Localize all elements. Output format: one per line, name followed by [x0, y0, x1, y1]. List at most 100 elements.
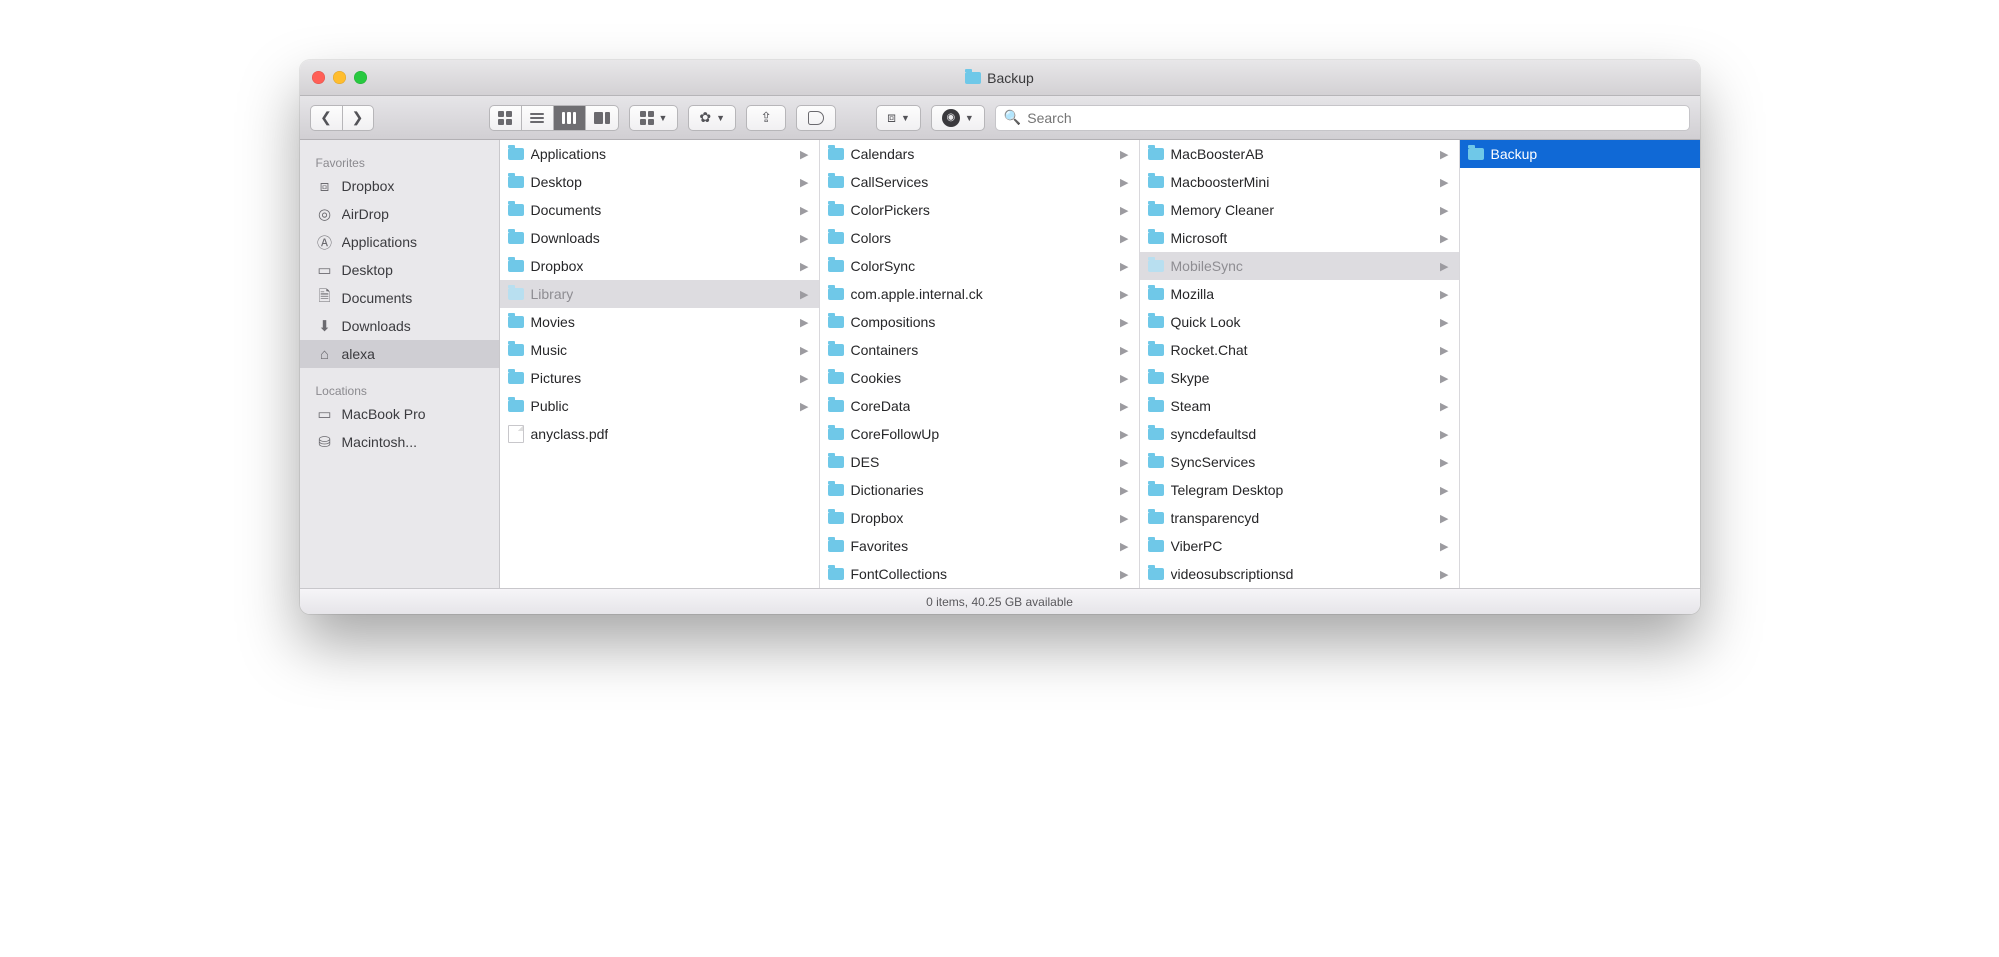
sidebar-item-dropbox[interactable]: ⧈Dropbox	[300, 172, 499, 200]
file-row[interactable]: CoreData▶	[820, 392, 1139, 420]
file-row[interactable]: FontCollections▶	[820, 560, 1139, 588]
sidebar-item-macbook-pro[interactable]: ▭MacBook Pro	[300, 400, 499, 428]
chevron-right-icon: ▶	[1120, 176, 1130, 189]
file-row[interactable]: transparencyd▶	[1140, 504, 1459, 532]
file-row[interactable]: Favorites▶	[820, 532, 1139, 560]
file-row[interactable]: MacboosterMini▶	[1140, 168, 1459, 196]
documents-icon: 🗎	[316, 289, 334, 307]
action-menu-button[interactable]: ✿ ▼	[688, 105, 736, 131]
traffic-lights	[312, 71, 367, 84]
gallery-view-button[interactable]	[585, 105, 619, 131]
folder-icon	[828, 400, 844, 412]
column-view-button[interactable]	[553, 105, 585, 131]
file-name: Documents	[531, 202, 602, 218]
file-row[interactable]: Cookies▶	[820, 364, 1139, 392]
dropbox-toolbar-button[interactable]: ⧈ ▼	[876, 105, 921, 131]
file-row[interactable]: MacBoosterAB▶	[1140, 140, 1459, 168]
file-row[interactable]: Rocket.Chat▶	[1140, 336, 1459, 364]
file-row[interactable]: Dictionaries▶	[820, 476, 1139, 504]
folder-icon	[828, 428, 844, 440]
file-row[interactable]: Memory Cleaner▶	[1140, 196, 1459, 224]
search-input[interactable]	[1027, 110, 1680, 126]
file-row[interactable]: Quick Look▶	[1140, 308, 1459, 336]
file-row[interactable]: Microsoft▶	[1140, 224, 1459, 252]
forward-button[interactable]: ❯	[342, 105, 374, 131]
sidebar-item-desktop[interactable]: ▭Desktop	[300, 256, 499, 284]
file-row[interactable]: Library▶	[500, 280, 819, 308]
file-row[interactable]: Downloads▶	[500, 224, 819, 252]
file-row[interactable]: Compositions▶	[820, 308, 1139, 336]
folder-icon	[1148, 204, 1164, 216]
folder-icon	[1148, 344, 1164, 356]
column-1[interactable]: Applications▶Desktop▶Documents▶Downloads…	[500, 140, 820, 588]
file-name: Pictures	[531, 370, 582, 386]
window-title: Backup	[300, 70, 1700, 86]
file-row[interactable]: DES▶	[820, 448, 1139, 476]
file-row[interactable]: Containers▶	[820, 336, 1139, 364]
file-row[interactable]: Telegram Desktop▶	[1140, 476, 1459, 504]
column-4[interactable]: Backup	[1460, 140, 1700, 588]
file-row[interactable]: com.apple.internal.ck▶	[820, 280, 1139, 308]
file-row[interactable]: CallServices▶	[820, 168, 1139, 196]
file-row[interactable]: videosubscriptionsd▶	[1140, 560, 1459, 588]
file-row[interactable]: ColorPickers▶	[820, 196, 1139, 224]
minimize-window-button[interactable]	[333, 71, 346, 84]
icon-view-button[interactable]	[489, 105, 521, 131]
file-name: Desktop	[531, 174, 582, 190]
file-row[interactable]: Applications▶	[500, 140, 819, 168]
file-name: Calendars	[851, 146, 915, 162]
file-row[interactable]: Mozilla▶	[1140, 280, 1459, 308]
folder-icon	[828, 288, 844, 300]
share-button[interactable]: ⇪	[746, 105, 786, 131]
sidebar-item-alexa[interactable]: ⌂alexa	[300, 340, 499, 368]
file-row[interactable]: Desktop▶	[500, 168, 819, 196]
chevron-right-icon: ▶	[1120, 540, 1130, 553]
file-row[interactable]: Dropbox▶	[500, 252, 819, 280]
file-row[interactable]: Movies▶	[500, 308, 819, 336]
chevron-right-icon: ▶	[1120, 232, 1130, 245]
file-row[interactable]: Backup	[1460, 140, 1700, 168]
folder-icon	[828, 204, 844, 216]
file-name: Steam	[1171, 398, 1211, 414]
sidebar-item-macintosh-[interactable]: ⛁Macintosh...	[300, 428, 499, 456]
group-by-button[interactable]: ▼	[629, 105, 679, 131]
file-row[interactable]: ColorSync▶	[820, 252, 1139, 280]
column-3[interactable]: MacBoosterAB▶MacboosterMini▶Memory Clean…	[1140, 140, 1460, 588]
file-row[interactable]: Colors▶	[820, 224, 1139, 252]
close-window-button[interactable]	[312, 71, 325, 84]
file-row[interactable]: Skype▶	[1140, 364, 1459, 392]
file-row[interactable]: Pictures ▶	[500, 364, 819, 392]
file-row[interactable]: anyclass.pdf	[500, 420, 819, 448]
file-name: Downloads	[531, 230, 600, 246]
file-row[interactable]: Music▶	[500, 336, 819, 364]
file-row[interactable]: Documents▶	[500, 196, 819, 224]
file-row[interactable]: ViberPC▶	[1140, 532, 1459, 560]
file-row[interactable]: Calendars▶	[820, 140, 1139, 168]
file-row[interactable]: CoreFollowUp▶	[820, 420, 1139, 448]
file-row[interactable]: SyncServices▶	[1140, 448, 1459, 476]
file-name: ColorPickers	[851, 202, 930, 218]
tags-button[interactable]	[796, 105, 836, 131]
sidebar-item-documents[interactable]: 🗎Documents	[300, 284, 499, 312]
sidebar-item-applications[interactable]: ⒶApplications	[300, 228, 499, 256]
sidebar-item-downloads[interactable]: ⬇Downloads	[300, 312, 499, 340]
file-row[interactable]: Dropbox▶	[820, 504, 1139, 532]
chevron-right-icon: ▶	[1120, 400, 1130, 413]
column-2[interactable]: Calendars▶CallServices▶ColorPickers▶Colo…	[820, 140, 1140, 588]
window-title-text: Backup	[987, 70, 1034, 86]
chevron-right-icon: ▶	[800, 288, 810, 301]
file-row[interactable]: Steam▶	[1140, 392, 1459, 420]
back-button[interactable]: ❮	[310, 105, 342, 131]
chevron-right-icon: ▶	[1120, 484, 1130, 497]
file-row[interactable]: syncdefaultsd▶	[1140, 420, 1459, 448]
folder-icon	[828, 484, 844, 496]
sidebar-item-airdrop[interactable]: ◎AirDrop	[300, 200, 499, 228]
chevron-right-icon: ▶	[800, 372, 810, 385]
zoom-window-button[interactable]	[354, 71, 367, 84]
chevron-right-icon: ▶	[1440, 372, 1450, 385]
list-view-button[interactable]	[521, 105, 553, 131]
privacy-toolbar-button[interactable]: ◉ ▼	[931, 105, 985, 131]
file-row[interactable]: Public▶	[500, 392, 819, 420]
search-field[interactable]: 🔍	[995, 105, 1690, 131]
file-row[interactable]: MobileSync▶	[1140, 252, 1459, 280]
